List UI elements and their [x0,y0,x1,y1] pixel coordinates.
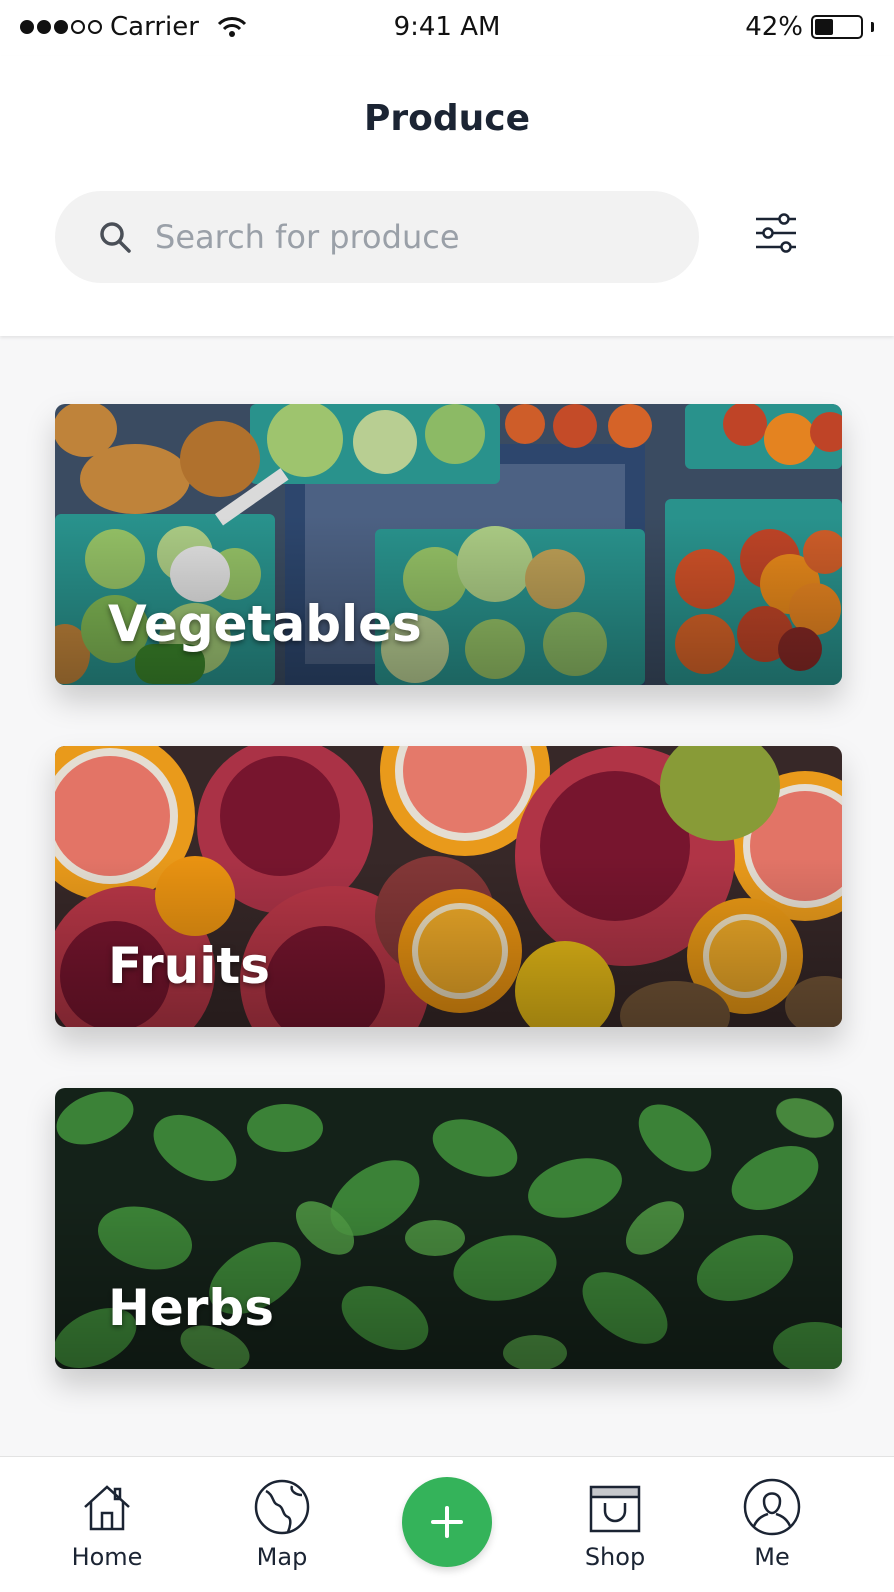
app: Carrier 9:41 AM 42% Produce Search for p… [0,0,894,1592]
category-label: Vegetables [108,595,422,653]
status-right: 42% [745,12,874,42]
add-button[interactable] [402,1477,492,1567]
category-label: Herbs [108,1279,274,1337]
search-icon [100,222,131,253]
tab-bar: Home Map Shop Me [0,1456,894,1592]
tab-me[interactable]: Me [712,1477,832,1571]
header: Produce [0,56,894,336]
search-bar[interactable] [55,191,699,283]
tab-label: Map [256,1543,308,1571]
category-card-vegetables[interactable]: Vegetables [55,404,842,685]
page-title: Produce [363,98,531,139]
user-icon [743,1478,801,1536]
status-bar: Carrier 9:41 AM 42% [0,0,894,56]
tab-label: Home [71,1543,143,1571]
plus-icon [431,1506,463,1538]
globe-icon [254,1479,310,1535]
battery-percent: 42% [745,12,803,42]
shop-bag-icon [589,1485,641,1533]
tab-map[interactable]: Map [222,1477,342,1571]
category-card-fruits[interactable]: Fruits [55,746,842,1027]
tab-label: Me [754,1543,790,1571]
tab-home[interactable]: Home [47,1477,167,1571]
category-card-herbs[interactable]: Herbs [55,1088,842,1369]
search-input[interactable] [155,218,615,256]
home-icon [84,1485,130,1531]
category-label: Fruits [108,937,271,995]
filter-icon[interactable] [752,209,800,257]
battery-icon [811,15,863,39]
tab-shop[interactable]: Shop [555,1477,675,1571]
tab-label: Shop [584,1543,646,1571]
